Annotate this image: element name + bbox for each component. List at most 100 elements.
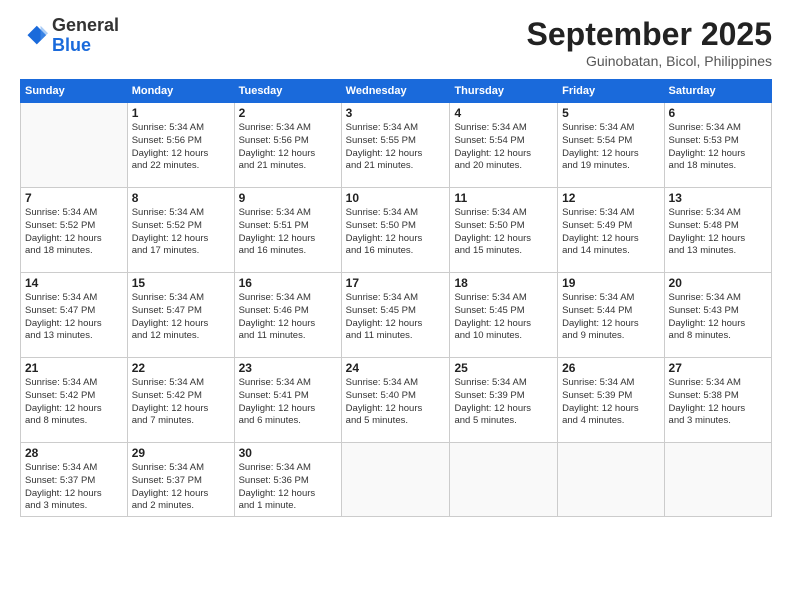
day-number: 12 — [562, 191, 659, 205]
logo-general: General — [52, 15, 119, 35]
table-row: 20 Sunrise: 5:34 AMSunset: 5:43 PMDayligh… — [664, 273, 771, 358]
table-row: 10 Sunrise: 5:34 AMSunset: 5:50 PMDayligh… — [341, 188, 450, 273]
logo-icon — [20, 22, 48, 50]
logo-blue: Blue — [52, 35, 91, 55]
day-info: Sunrise: 5:34 AMSunset: 5:47 PMDaylight:… — [132, 292, 230, 343]
table-row: 26Sunrise: 5:34 AMSunset: 5:39 PMDayligh… — [558, 358, 664, 443]
day-info: Sunrise: 5:34 AMSunset: 5:56 PMDaylight:… — [132, 122, 230, 173]
day-number: 24 — [346, 361, 446, 375]
table-row: 6 Sunrise: 5:34 AMSunset: 5:53 PMDaylight… — [664, 103, 771, 188]
col-saturday: Saturday — [664, 80, 771, 103]
day-info: Sunrise: 5:34 AMSunset: 5:42 PMDaylight:… — [25, 377, 123, 428]
table-row: 1Sunrise: 5:34 AMSunset: 5:56 PMDaylight… — [127, 103, 234, 188]
day-number: 8 — [132, 191, 230, 205]
table-row: 29 Sunrise: 5:34 AMSunset: 5:37 PMDayligh… — [127, 443, 234, 517]
table-row: 25Sunrise: 5:34 AMSunset: 5:39 PMDayligh… — [450, 358, 558, 443]
day-info: Sunrise: 5:34 AMSunset: 5:52 PMDaylight:… — [132, 207, 230, 258]
table-row: 28 Sunrise: 5:34 AMSunset: 5:37 PMDayligh… — [21, 443, 128, 517]
day-info: Sunrise: 5:34 AMSunset: 5:53 PMDaylight:… — [669, 122, 767, 173]
table-row — [450, 443, 558, 517]
page: General Blue September 2025 Guinobatan, … — [0, 0, 792, 612]
col-wednesday: Wednesday — [341, 80, 450, 103]
day-info: Sunrise: 5:34 AMSunset: 5:55 PMDaylight:… — [346, 122, 446, 173]
month-title: September 2025 — [527, 16, 772, 53]
table-row: 23Sunrise: 5:34 AMSunset: 5:41 PMDayligh… — [234, 358, 341, 443]
table-row: 16 Sunrise: 5:34 AMSunset: 5:46 PMDayligh… — [234, 273, 341, 358]
day-number: 17 — [346, 276, 446, 290]
table-row: 11 Sunrise: 5:34 AMSunset: 5:50 PMDayligh… — [450, 188, 558, 273]
day-info: Sunrise: 5:34 AMSunset: 5:48 PMDaylight:… — [669, 207, 767, 258]
day-number: 9 — [239, 191, 337, 205]
day-number: 6 — [669, 106, 767, 120]
day-number: 4 — [454, 106, 553, 120]
day-number: 3 — [346, 106, 446, 120]
day-number: 10 — [346, 191, 446, 205]
header: General Blue September 2025 Guinobatan, … — [20, 16, 772, 69]
table-row — [558, 443, 664, 517]
day-info: Sunrise: 5:34 AMSunset: 5:44 PMDaylight:… — [562, 292, 659, 343]
day-info: Sunrise: 5:34 AMSunset: 5:54 PMDaylight:… — [454, 122, 553, 173]
day-number: 16 — [239, 276, 337, 290]
day-info: Sunrise: 5:34 AMSunset: 5:37 PMDaylight:… — [25, 462, 123, 513]
table-row: 27Sunrise: 5:34 AMSunset: 5:38 PMDayligh… — [664, 358, 771, 443]
table-row: 12 Sunrise: 5:34 AMSunset: 5:49 PMDayligh… — [558, 188, 664, 273]
day-info: Sunrise: 5:34 AMSunset: 5:45 PMDaylight:… — [454, 292, 553, 343]
day-number: 15 — [132, 276, 230, 290]
day-number: 30 — [239, 446, 337, 460]
table-row: 3 Sunrise: 5:34 AMSunset: 5:55 PMDaylight… — [341, 103, 450, 188]
day-info: Sunrise: 5:34 AMSunset: 5:54 PMDaylight:… — [562, 122, 659, 173]
table-row: 15 Sunrise: 5:34 AMSunset: 5:47 PMDayligh… — [127, 273, 234, 358]
table-row: 8 Sunrise: 5:34 AMSunset: 5:52 PMDaylight… — [127, 188, 234, 273]
day-info: Sunrise: 5:34 AMSunset: 5:42 PMDaylight:… — [132, 377, 230, 428]
day-number: 29 — [132, 446, 230, 460]
day-number: 2 — [239, 106, 337, 120]
day-info: Sunrise: 5:34 AMSunset: 5:39 PMDaylight:… — [454, 377, 553, 428]
col-thursday: Thursday — [450, 80, 558, 103]
day-info: Sunrise: 5:34 AMSunset: 5:45 PMDaylight:… — [346, 292, 446, 343]
table-row: 18 Sunrise: 5:34 AMSunset: 5:45 PMDayligh… — [450, 273, 558, 358]
logo: General Blue — [20, 16, 119, 56]
day-number: 11 — [454, 191, 553, 205]
day-info: Sunrise: 5:34 AMSunset: 5:52 PMDaylight:… — [25, 207, 123, 258]
table-row: 24 Sunrise: 5:34 AMSunset: 5:40 PMDayligh… — [341, 358, 450, 443]
table-row: 5 Sunrise: 5:34 AMSunset: 5:54 PMDaylight… — [558, 103, 664, 188]
table-row — [341, 443, 450, 517]
day-number: 22 — [132, 361, 230, 375]
logo-text: General Blue — [52, 16, 119, 56]
table-row: 13 Sunrise: 5:34 AMSunset: 5:48 PMDayligh… — [664, 188, 771, 273]
day-info: Sunrise: 5:34 AMSunset: 5:38 PMDaylight:… — [669, 377, 767, 428]
title-block: September 2025 Guinobatan, Bicol, Philip… — [527, 16, 772, 69]
table-row: 9Sunrise: 5:34 AMSunset: 5:51 PMDaylight… — [234, 188, 341, 273]
day-number: 5 — [562, 106, 659, 120]
col-sunday: Sunday — [21, 80, 128, 103]
day-info: Sunrise: 5:34 AMSunset: 5:43 PMDaylight:… — [669, 292, 767, 343]
day-info: Sunrise: 5:34 AMSunset: 5:47 PMDaylight:… — [25, 292, 123, 343]
day-info: Sunrise: 5:34 AMSunset: 5:40 PMDaylight:… — [346, 377, 446, 428]
table-row: 4 Sunrise: 5:34 AMSunset: 5:54 PMDaylight… — [450, 103, 558, 188]
location: Guinobatan, Bicol, Philippines — [527, 53, 772, 69]
day-info: Sunrise: 5:34 AMSunset: 5:50 PMDaylight:… — [454, 207, 553, 258]
day-number: 19 — [562, 276, 659, 290]
day-info: Sunrise: 5:34 AMSunset: 5:56 PMDaylight:… — [239, 122, 337, 173]
table-row: 22 Sunrise: 5:34 AMSunset: 5:42 PMDayligh… — [127, 358, 234, 443]
day-number: 18 — [454, 276, 553, 290]
col-friday: Friday — [558, 80, 664, 103]
table-row: 30Sunrise: 5:34 AMSunset: 5:36 PMDayligh… — [234, 443, 341, 517]
table-row: 17 Sunrise: 5:34 AMSunset: 5:45 PMDayligh… — [341, 273, 450, 358]
day-number: 26 — [562, 361, 659, 375]
day-number: 20 — [669, 276, 767, 290]
day-number: 23 — [239, 361, 337, 375]
table-row: 21 Sunrise: 5:34 AMSunset: 5:42 PMDayligh… — [21, 358, 128, 443]
calendar-table: Sunday Monday Tuesday Wednesday Thursday… — [20, 79, 772, 517]
day-number: 21 — [25, 361, 123, 375]
table-row: 19 Sunrise: 5:34 AMSunset: 5:44 PMDayligh… — [558, 273, 664, 358]
table-row — [21, 103, 128, 188]
day-number: 28 — [25, 446, 123, 460]
day-info: Sunrise: 5:34 AMSunset: 5:49 PMDaylight:… — [562, 207, 659, 258]
day-number: 13 — [669, 191, 767, 205]
day-info: Sunrise: 5:34 AMSunset: 5:50 PMDaylight:… — [346, 207, 446, 258]
table-row: 7Sunrise: 5:34 AMSunset: 5:52 PMDaylight… — [21, 188, 128, 273]
table-row: 14Sunrise: 5:34 AMSunset: 5:47 PMDayligh… — [21, 273, 128, 358]
day-info: Sunrise: 5:34 AMSunset: 5:46 PMDaylight:… — [239, 292, 337, 343]
day-info: Sunrise: 5:34 AMSunset: 5:37 PMDaylight:… — [132, 462, 230, 513]
